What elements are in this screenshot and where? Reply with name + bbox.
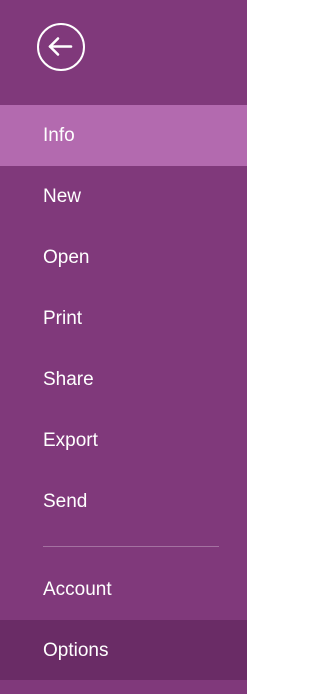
nav-item-label: Options <box>43 640 109 661</box>
nav-item-options[interactable]: Options <box>0 620 247 681</box>
nav-item-share[interactable]: Share <box>0 349 247 410</box>
nav-item-label: New <box>43 186 82 207</box>
nav-item-export[interactable]: Export <box>0 410 247 471</box>
nav-item-label: Open <box>43 247 90 268</box>
nav-item-send[interactable]: Send <box>0 471 247 532</box>
nav-menu: Info New Open Print Share Export Send <box>0 105 247 561</box>
backstage-nav: Info New Open Print Share Export Send Ac… <box>0 0 247 694</box>
nav-item-label: Account <box>43 579 112 600</box>
nav-item-label: Share <box>43 369 94 390</box>
nav-item-label: Export <box>43 430 98 451</box>
nav-footer-strip <box>0 680 247 694</box>
nav-bottom-menu: Account Options <box>0 559 247 681</box>
nav-item-account[interactable]: Account <box>0 559 247 620</box>
nav-item-label: Send <box>43 491 88 512</box>
back-button[interactable] <box>37 23 85 71</box>
nav-divider <box>43 546 219 547</box>
nav-item-print[interactable]: Print <box>0 288 247 349</box>
nav-item-new[interactable]: New <box>0 166 247 227</box>
nav-item-label: Print <box>43 308 83 329</box>
nav-item-info[interactable]: Info <box>0 105 247 166</box>
nav-item-open[interactable]: Open <box>0 227 247 288</box>
back-arrow-icon <box>48 37 73 56</box>
nav-item-label: Info <box>43 125 75 146</box>
